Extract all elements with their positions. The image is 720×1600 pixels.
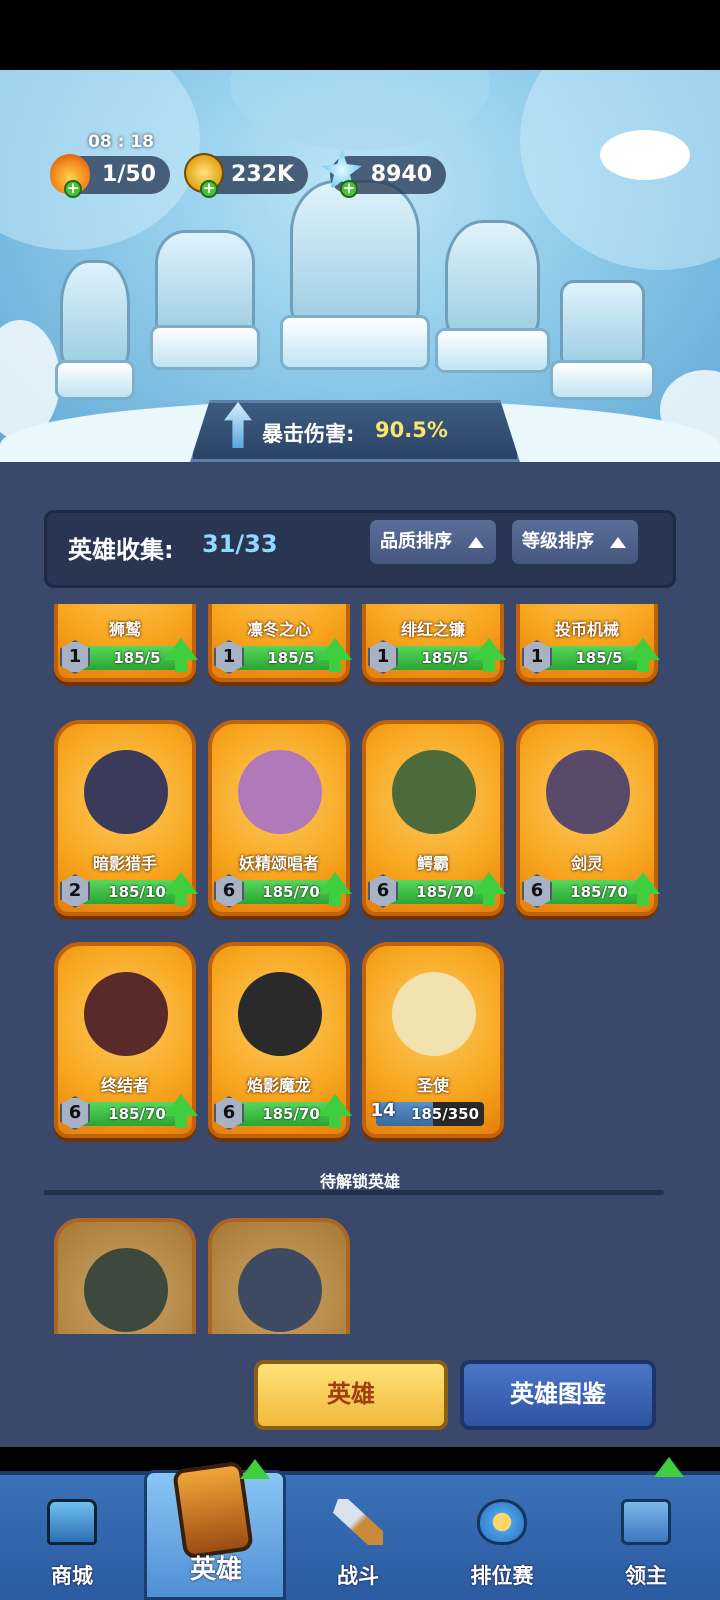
hero-portrait: [238, 972, 322, 1056]
hero-portrait: [84, 972, 168, 1056]
upgrade-arrow-stem: [175, 659, 187, 672]
hero-card[interactable]: 鳄霸 185/70 6: [362, 720, 506, 916]
upgrade-arrow-icon: [472, 638, 506, 660]
nav-battle-label: 战斗: [337, 1564, 379, 1588]
upgrade-arrow-icon: [626, 872, 660, 894]
upgrade-arrow-icon: [240, 1459, 270, 1479]
upgrade-arrow-icon: [654, 1457, 684, 1477]
upgrade-arrow-icon: [318, 638, 352, 660]
hero-codex-button[interactable]: 英雄图鉴: [460, 1360, 656, 1430]
nav-heroes-label: 英雄: [189, 1555, 242, 1585]
locked-heroes-label: 待解锁英雄: [319, 1172, 400, 1191]
add-crystal-icon[interactable]: +: [340, 180, 358, 198]
hero-name: 鳄霸: [416, 854, 449, 873]
hero-name: 焰影魔龙: [246, 1076, 311, 1095]
upgrade-arrow-icon: [472, 872, 506, 894]
rank-shield-icon: [477, 1499, 527, 1545]
hero-portrait: [238, 1248, 322, 1332]
energy-timer: 08 : 18: [88, 132, 154, 152]
hero-name: 剑灵: [570, 854, 603, 873]
bonus-value: 90.5%: [375, 418, 448, 442]
upgrade-arrow-icon: [626, 638, 660, 660]
nav-shop-label: 商城: [51, 1564, 93, 1588]
chest-icon: [47, 1499, 97, 1545]
swords-icon: [333, 1499, 383, 1545]
castle-banner-icon: [621, 1499, 671, 1545]
hero-card[interactable]: 焰影魔龙 185/70 6: [208, 942, 352, 1138]
hero-card[interactable]: 终结者 185/70 6: [54, 942, 198, 1138]
sort-level-button[interactable]: 等级排序: [510, 518, 640, 566]
hero-portrait: [84, 750, 168, 834]
upgrade-arrow-icon: [318, 1094, 352, 1116]
bonus-label: 暴击伤害:: [262, 422, 355, 446]
heroes-tab-button[interactable]: 英雄: [254, 1360, 448, 1430]
nav-lord-label: 领主: [625, 1564, 667, 1588]
hero-card[interactable]: 凛冬之心 185/5 1: [208, 604, 352, 682]
collection-count: 31/33: [202, 530, 278, 558]
sort-up-icon: [610, 537, 626, 548]
hero-card[interactable]: 妖精颂唱者 185/70 6: [208, 720, 352, 916]
locked-hero-card[interactable]: [54, 1218, 196, 1334]
upgrade-arrow-stem: [329, 659, 341, 672]
hero-portrait: [392, 750, 476, 834]
upgrade-arrow-stem: [483, 893, 495, 906]
hero-card[interactable]: 圣使 185/350 14: [362, 942, 504, 1138]
upgrade-arrow-stem: [175, 1115, 187, 1128]
hero-portrait: [392, 972, 476, 1056]
hero-card[interactable]: 绯红之镰 185/5 1: [362, 604, 506, 682]
hero-name: 投币机械: [554, 620, 619, 639]
nav-shop[interactable]: 商城: [0, 1471, 144, 1600]
upgrade-arrow-stem: [329, 893, 341, 906]
upgrade-arrow-stem: [637, 893, 649, 906]
hero-portrait: [238, 750, 322, 834]
add-energy-icon[interactable]: +: [64, 180, 82, 198]
hero-name: 暗影猎手: [92, 854, 157, 873]
sort-quality-button[interactable]: 品质排序: [368, 518, 498, 566]
hero-portrait: [84, 1248, 168, 1332]
hero-card[interactable]: 投币机械 185/5 1: [516, 604, 660, 682]
upgrade-arrow-stem: [175, 893, 187, 906]
collection-label: 英雄收集:: [68, 536, 174, 564]
upgrade-arrow-icon: [164, 638, 198, 660]
section-divider: [44, 1190, 664, 1195]
add-gold-icon[interactable]: +: [200, 180, 218, 198]
hero-name: 狮鹫: [108, 620, 141, 639]
hero-card[interactable]: 狮鹫 185/5 1: [54, 604, 198, 682]
upgrade-arrow-stem: [637, 659, 649, 672]
hero-card[interactable]: 暗影猎手 185/10 2: [54, 720, 198, 916]
upgrade-arrow-stem: [329, 1115, 341, 1128]
hero-portrait: [546, 750, 630, 834]
hero-name: 凛冬之心: [246, 620, 311, 639]
status-bar: [0, 0, 720, 70]
hero-name: 绯红之镰: [400, 620, 465, 639]
locked-hero-card[interactable]: [208, 1218, 350, 1334]
nav-heroes[interactable]: 英雄: [144, 1459, 288, 1600]
hero-name: 妖精颂唱者: [238, 854, 319, 873]
sort-quality-label: 品质排序: [380, 531, 452, 552]
hero-level-badge: 14: [370, 1100, 396, 1121]
upgrade-arrow-icon: [164, 1094, 198, 1116]
hero-card[interactable]: 剑灵 185/70 6: [516, 720, 660, 916]
sort-level-label: 等级排序: [522, 531, 594, 552]
sort-up-icon: [468, 537, 484, 548]
nav-lord[interactable]: 领主: [574, 1457, 718, 1600]
upgrade-arrow-stem: [483, 659, 495, 672]
hero-shard-count: 185/350: [410, 1105, 480, 1123]
hero-name: 圣使: [416, 1076, 449, 1095]
nav-ranked-label: 排位赛: [470, 1564, 534, 1588]
upgrade-arrow-icon: [164, 872, 198, 894]
upgrade-arrow-icon: [318, 872, 352, 894]
hero-grid[interactable]: 狮鹫 185/5 1 凛冬之心 185/5 1 绯红之镰 185/5 1 投币机械 185/5 1 暗影…: [44, 604, 676, 1334]
hero-name: 终结者: [100, 1076, 149, 1095]
nav-ranked[interactable]: 排位赛: [430, 1471, 574, 1600]
nav-battle[interactable]: 战斗: [286, 1471, 430, 1600]
